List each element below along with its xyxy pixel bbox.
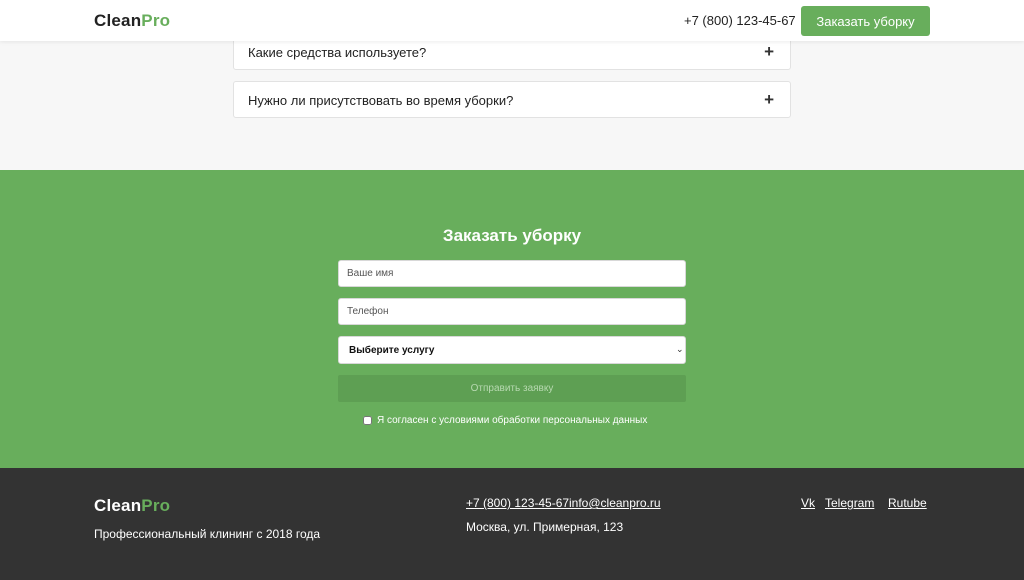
footer-logo[interactable]: CleanPro [94,496,170,516]
submit-button[interactable]: Отправить заявку [338,375,686,402]
logo-text-pro: Pro [141,11,171,30]
phone-input[interactable] [338,298,686,325]
header-phone-link[interactable]: +7 (800) 123-45-67 [684,13,796,28]
footer-tagline: Профессиональный клининг с 2018 года [94,527,321,541]
logo-text-pro: Pro [141,496,171,515]
footer-email-link[interactable]: info@cleanpro.ru [569,496,661,510]
order-cleaning-button[interactable]: Заказать уборку [801,6,930,36]
site-footer: CleanPro Профессиональный клининг с 2018… [0,468,1024,580]
logo-text-clean: Clean [94,496,142,515]
plus-icon[interactable]: + [764,90,774,110]
logo[interactable]: CleanPro [94,11,170,31]
social-link-telegram[interactable]: Telegram [825,496,874,510]
logo-text-clean: Clean [94,11,142,30]
footer-address: Москва, ул. Примерная, 123 [466,520,624,534]
faq-question: Нужно ли присутствовать во время уборки? [248,93,514,108]
consent-checkbox[interactable] [363,416,372,425]
site-header: CleanPro +7 (800) 123-45-67 Заказать убо… [0,0,1024,41]
order-title: Заказать уборку [442,226,582,245]
footer-phone-link[interactable]: +7 (800) 123-45-67 [466,496,569,510]
faq-item[interactable]: Нужно ли присутствовать во время уборки?… [233,81,791,118]
consent-label: Я согласен с условиями обработки персона… [377,415,648,426]
order-section: Заказать уборку Выберите услугу ⌄ Отправ… [0,170,1024,468]
name-input[interactable] [338,260,686,287]
social-link-vk[interactable]: Vk [801,496,815,510]
faq-question: Какие средства используете? [248,45,427,60]
consent-checkbox-row[interactable]: Я согласен с условиями обработки персона… [363,415,647,426]
plus-icon[interactable]: + [764,42,774,62]
social-link-rutube[interactable]: Rutube [888,496,927,510]
service-select[interactable]: Выберите услугу [338,336,686,364]
